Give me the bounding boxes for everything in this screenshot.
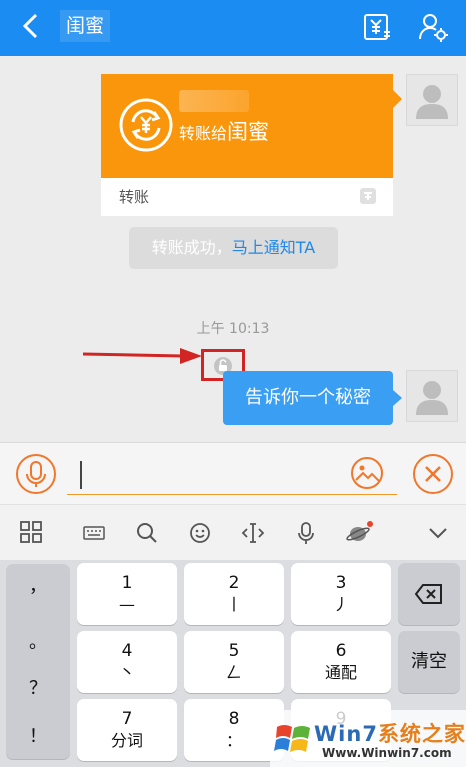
key-5[interactable]: 5 𠃋 — [184, 631, 284, 693]
watermark-url: Www.Winwin7.com — [322, 746, 452, 760]
backspace-key[interactable] — [398, 563, 460, 625]
key-number: 3 — [335, 573, 347, 593]
transfer-recipient: 闺蜜 — [227, 120, 270, 144]
cursor-button[interactable] — [239, 519, 267, 547]
key-stroke: — — [119, 595, 135, 614]
close-button[interactable] — [412, 453, 454, 495]
key-number: 2 — [228, 573, 240, 593]
transfer-button[interactable] — [362, 12, 392, 42]
image-emoji-button[interactable] — [349, 455, 385, 491]
grid-icon — [20, 521, 42, 543]
message-timestamp: 上午 10:13 — [196, 321, 270, 337]
yuan-transfer-icon — [364, 14, 390, 40]
key-1[interactable]: 1 — — [77, 563, 177, 625]
message-bubble[interactable]: 告诉你一个秘密 — [223, 371, 393, 425]
watermark-brand-win: Win — [314, 722, 363, 746]
clear-key[interactable]: 清空 — [398, 631, 460, 693]
key-stroke: 丿 — [332, 595, 349, 614]
close-icon — [413, 454, 453, 494]
red-arrow-annotation — [82, 348, 202, 364]
keyboard-toolbar — [0, 504, 466, 560]
key-number: 4 — [121, 641, 133, 661]
grid-button[interactable] — [18, 519, 46, 547]
search-button[interactable] — [133, 519, 161, 547]
blurred-amount — [179, 90, 249, 112]
key-7[interactable]: 7 分词 — [77, 699, 177, 761]
site-watermark: Win7系统之家 Www.Winwin7.com — [270, 710, 466, 767]
key-6[interactable]: 6 通配 — [291, 631, 391, 693]
key-number: 5 — [228, 641, 240, 661]
windows-logo-icon — [274, 725, 310, 752]
user-settings-icon — [419, 14, 448, 42]
key-4[interactable]: 4 丶 — [77, 631, 177, 693]
default-avatar-icon — [416, 381, 448, 415]
bubble-tail — [393, 90, 402, 108]
watermark-brand: Win7系统之家 — [314, 718, 466, 748]
avatar[interactable] — [406, 370, 458, 422]
key-number: 1 — [121, 573, 133, 593]
title-bar: 闺蜜 — [0, 0, 466, 56]
key-2[interactable]: 2 丨 — [184, 563, 284, 625]
message-input-bar — [0, 442, 466, 504]
key-question[interactable]: ？ — [6, 674, 70, 700]
key-3[interactable]: 3 丿 — [291, 563, 391, 625]
bubble-tail — [393, 390, 402, 406]
avatar[interactable] — [406, 74, 458, 126]
key-exclamation[interactable]: ！ — [6, 722, 70, 748]
image-emoji-icon — [351, 457, 383, 489]
watermark-brand-7: 7 — [362, 722, 378, 746]
emoji-icon — [190, 523, 210, 543]
collapse-keyboard-button[interactable] — [424, 519, 452, 547]
key-stroke: 丶 — [118, 663, 135, 682]
system-notice: 转账成功，马上通知TA — [129, 227, 338, 269]
keyboard-icon — [83, 526, 105, 540]
back-chevron-icon — [22, 13, 38, 39]
key-stroke: 丨 — [225, 595, 242, 614]
cursor-icon — [241, 523, 265, 543]
transfer-label-prefix: 转账给 — [179, 124, 228, 143]
watermark-brand-sys: 系统之家 — [377, 722, 466, 746]
skin-icon — [346, 521, 373, 541]
key-number: 8 — [228, 709, 240, 729]
search-icon — [137, 523, 157, 543]
key-8[interactable]: 8 ： — [184, 699, 284, 761]
key-number: 6 — [335, 641, 347, 661]
key-stroke: ： — [225, 731, 242, 750]
message-input[interactable] — [67, 455, 397, 495]
keyboard-switch-button[interactable] — [80, 519, 108, 547]
chat-area[interactable]: 转账给闺蜜 转账 转账成功，马上通知TA 上午 10:13 告诉你一个秘密 — [0, 56, 466, 442]
backspace-icon — [414, 584, 442, 604]
microphone-icon — [16, 454, 56, 494]
transfer-footer-label: 转账 — [119, 188, 150, 206]
key-stroke: 𠃋 — [225, 663, 242, 682]
microphone-icon — [298, 522, 314, 544]
key-period[interactable]: 。 — [6, 628, 70, 654]
punctuation-column: ， 。 ？ ！ — [6, 564, 70, 759]
chat-title: 闺蜜 — [60, 10, 111, 42]
transfer-label: 转账给闺蜜 — [179, 120, 269, 146]
system-notice-text: 转账成功， — [151, 238, 232, 257]
key-number: 7 — [121, 709, 133, 729]
text-caret — [80, 461, 82, 489]
notify-link[interactable]: 马上通知TA — [232, 238, 315, 257]
clear-label: 清空 — [411, 651, 447, 672]
skin-button[interactable] — [345, 519, 373, 547]
key-stroke: 分词 — [110, 731, 143, 750]
key-comma[interactable]: ， — [6, 572, 70, 598]
collapse-chevron-icon — [429, 528, 447, 539]
transfer-message-card[interactable]: 转账给闺蜜 转账 — [101, 74, 393, 216]
key-stroke: 通配 — [324, 663, 357, 682]
back-button[interactable] — [16, 11, 46, 41]
voice-button[interactable] — [15, 453, 57, 495]
default-avatar-icon — [416, 85, 448, 119]
yuan-exchange-icon — [119, 98, 173, 152]
emoji-button[interactable] — [186, 519, 214, 547]
voice-input-button[interactable] — [292, 519, 320, 547]
chat-settings-button[interactable] — [418, 12, 448, 42]
app-badge-icon — [359, 187, 377, 205]
transfer-card-header: 转账给闺蜜 — [101, 74, 393, 178]
